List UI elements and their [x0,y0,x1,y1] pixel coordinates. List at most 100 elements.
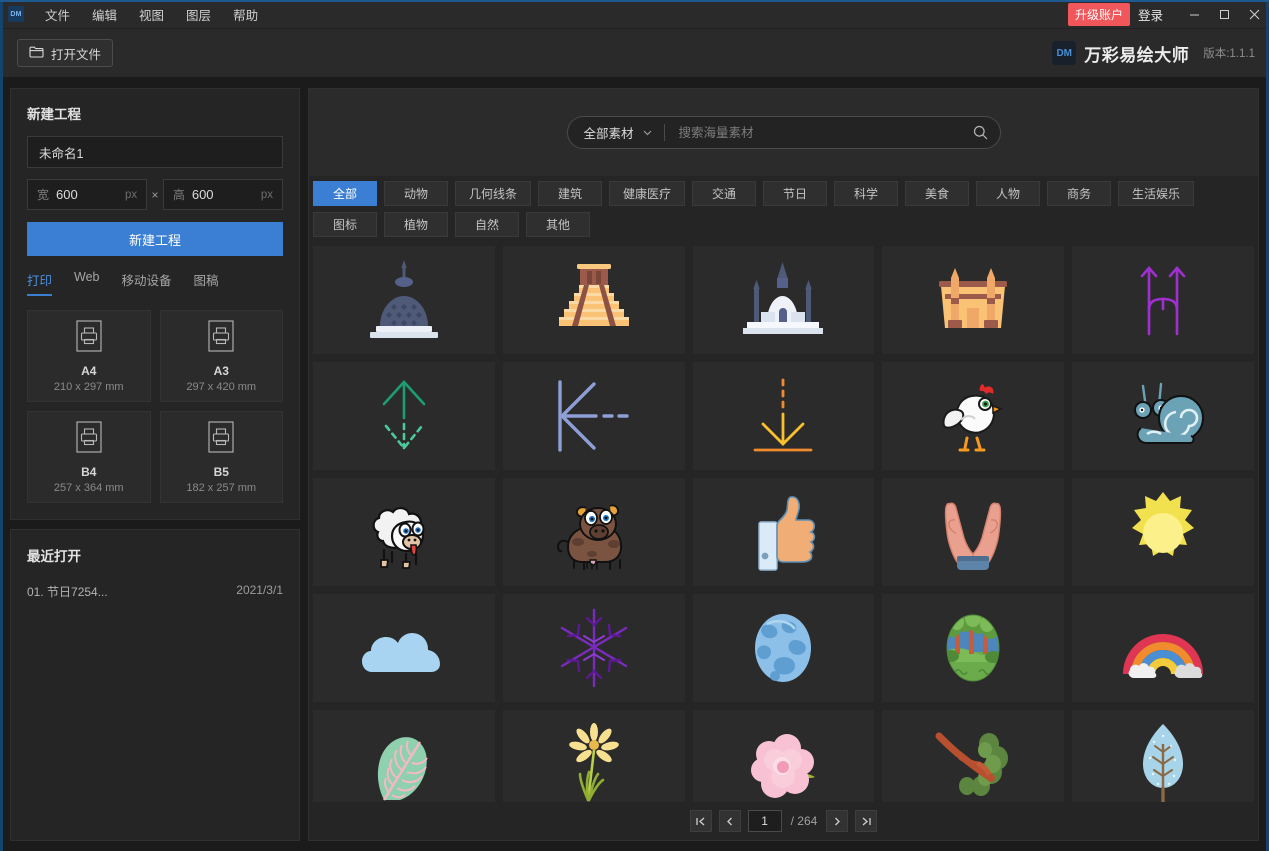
new-project-title: 新建工程 [27,107,81,122]
paper-size-name: A4 [81,363,97,378]
preset-tabs: 打印 Web 移动设备 图稿 [27,270,283,296]
paper-size-a3[interactable]: A3 297 x 420 mm [159,310,283,402]
height-input[interactable] [191,187,254,202]
dimensions-row: 宽 px × 高 px [27,179,283,210]
paper-size-a4[interactable]: A4 210 x 297 mm [27,310,151,402]
category-lifestyle[interactable]: 生活娱乐 [1118,181,1195,206]
printer-icon [208,420,234,465]
search-input[interactable] [664,125,966,140]
chevron-down-icon[interactable] [643,128,652,138]
tab-print[interactable]: 打印 [27,270,53,296]
asset-planet-earth[interactable] [692,594,875,702]
asset-thumbs-up[interactable] [692,478,875,586]
category-animals[interactable]: 动物 [384,181,448,206]
paper-size-name: B4 [81,464,97,479]
asset-snowflake[interactable] [502,594,685,702]
recent-file-name: 01. 节日7254... [27,585,108,599]
category-all[interactable]: 全部 [313,181,377,206]
window-controls: 升级账户 登录 [1067,0,1269,29]
folder-open-icon [29,45,44,61]
asset-cupped-hands[interactable] [882,478,1065,586]
asset-forest-globe[interactable] [882,594,1065,702]
close-icon[interactable] [1239,0,1269,29]
page-number-input[interactable] [747,810,782,832]
upgrade-account-button[interactable]: 升级账户 [1067,2,1130,26]
category-nature[interactable]: 自然 [455,212,519,237]
tab-artwork[interactable]: 图稿 [194,270,219,296]
category-other[interactable]: 其他 [526,212,590,237]
open-file-label: 打开文件 [51,47,102,62]
recent-file-date: 2021/3/1 [236,583,283,597]
category-architecture[interactable]: 建筑 [538,181,603,206]
category-plants[interactable]: 植物 [384,212,448,237]
paper-size-name: B5 [213,464,229,479]
app-logo-icon: DM [8,6,24,22]
list-item[interactable]: 01. 节日7254... 2021/3/1 [27,583,283,600]
asset-pink-rose[interactable] [692,710,875,802]
category-business[interactable]: 商务 [1047,181,1112,206]
asset-category-select[interactable]: 全部素材 [584,123,634,142]
category-transport[interactable]: 交通 [692,181,757,206]
maximize-icon[interactable] [1209,0,1239,29]
asset-rainbow[interactable] [1072,594,1254,702]
search-area: 全部素材 [309,89,1258,176]
last-page-button[interactable] [855,810,878,832]
category-icons[interactable]: 图标 [313,212,377,237]
category-people[interactable]: 人物 [976,181,1041,206]
multiply-symbol: × [151,187,159,202]
asset-split-arrow-up-purple[interactable] [1072,246,1254,354]
menu-bar: DM 文件 编辑 视图 图层 帮助 升级账户 登录 [0,0,1269,29]
category-food[interactable]: 美食 [905,181,970,206]
asset-leaf-veined[interactable] [313,710,495,802]
category-holiday[interactable]: 节日 [763,181,828,206]
category-geometry[interactable]: 几何线条 [455,181,532,206]
asset-daisy-flower[interactable] [502,710,685,802]
paper-size-b5[interactable]: B5 182 x 257 mm [159,411,283,503]
width-input[interactable] [56,187,119,202]
search-bar: 全部素材 [566,116,1001,149]
width-field[interactable]: 宽 px [27,179,148,210]
asset-chicken[interactable] [882,362,1065,470]
minimize-icon[interactable] [1179,0,1209,29]
asset-snail[interactable] [1072,362,1254,470]
menu-item-file[interactable]: 文件 [34,0,81,29]
printer-icon [76,319,102,364]
asset-arrow-up-dashed-green[interactable] [313,362,495,470]
create-project-button[interactable]: 新建工程 [27,222,283,256]
tab-mobile[interactable]: 移动设备 [122,270,172,296]
category-science[interactable]: 科学 [834,181,899,206]
brand-name: 万彩易绘大师 [1084,45,1190,65]
asset-mayan-pyramid[interactable] [502,246,685,354]
width-unit: px [125,188,138,201]
asset-sun[interactable] [1072,478,1254,586]
first-page-button[interactable] [689,810,712,832]
paper-size-b4[interactable]: B4 257 x 364 mm [27,411,151,503]
asset-taj-mahal[interactable] [692,246,875,354]
open-file-button[interactable]: 打开文件 [17,39,114,67]
next-page-button[interactable] [826,810,849,832]
brand-logo-icon: DM [1052,41,1077,65]
tab-web[interactable]: Web [74,270,99,296]
menu-item-help[interactable]: 帮助 [222,0,269,29]
menu-item-layer[interactable]: 图层 [175,0,222,29]
prev-page-button[interactable] [718,810,741,832]
menu-item-edit[interactable]: 编辑 [81,0,128,29]
asset-sheep[interactable] [313,478,495,586]
paper-size-dims: 257 x 364 mm [53,481,124,494]
search-icon[interactable] [966,125,996,140]
height-field[interactable]: 高 px [162,179,283,210]
asset-arrow-down-dashed-orange[interactable] [692,362,875,470]
asset-stupa-temple[interactable] [313,246,495,354]
asset-cow[interactable] [502,478,685,586]
asset-blue-leaf-tree[interactable] [1072,710,1254,802]
asset-arrow-left-dashed-blue[interactable] [502,362,685,470]
category-health[interactable]: 健康医疗 [609,181,686,206]
login-button[interactable]: 登录 [1138,5,1163,24]
menu-item-view[interactable]: 视图 [128,0,175,29]
asset-egyptian-temple[interactable] [882,246,1065,354]
height-unit: px [260,188,273,201]
new-project-panel: 新建工程 宽 px × 高 px 新建工程 [10,88,300,520]
asset-cloud[interactable] [313,594,495,702]
project-name-input[interactable] [27,136,283,168]
asset-tree-branch[interactable] [882,710,1065,802]
